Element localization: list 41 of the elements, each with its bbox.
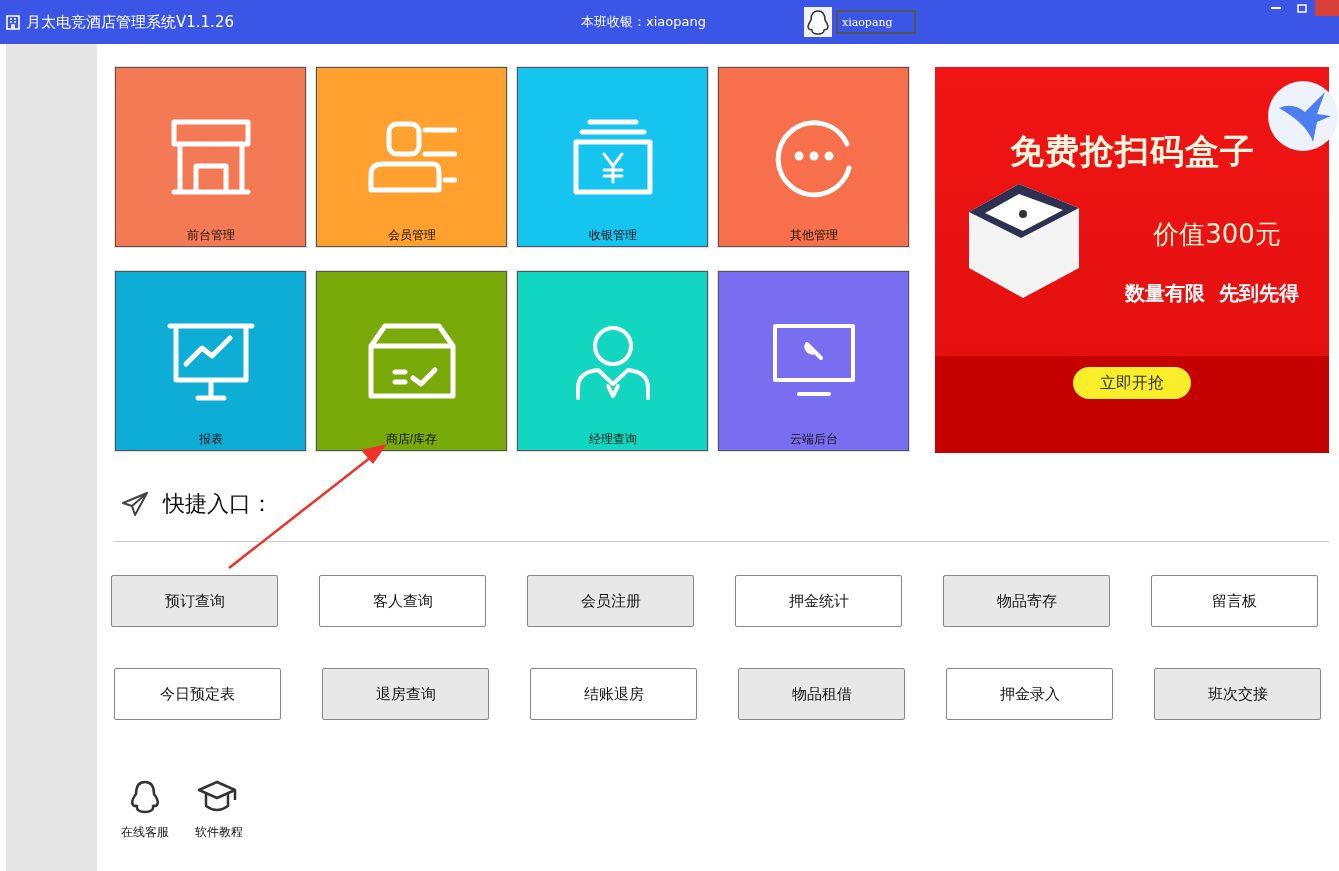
shortcut-button[interactable]: 物品寄存 [943, 575, 1110, 627]
help-link[interactable]: 在线客服 [121, 780, 169, 841]
ad-note: 数量有限 先到先得 [1125, 280, 1299, 307]
menu-tile[interactable]: 收银管理 [517, 67, 708, 247]
shortcut-button[interactable]: 客人查询 [319, 575, 486, 627]
menu-tile[interactable]: 前台管理 [115, 67, 306, 247]
shortcut-button[interactable]: 会员注册 [527, 575, 694, 627]
menu-tile[interactable]: 其他管理 [718, 67, 909, 247]
shortcut-button[interactable]: 预订查询 [111, 575, 278, 627]
building-icon [6, 14, 20, 30]
username-field: xiaopang [835, 10, 916, 34]
grab-now-button[interactable]: 立即开抢 [1073, 367, 1191, 399]
shortcut-button[interactable]: 物品租借 [738, 668, 905, 720]
minimize-icon [1271, 7, 1281, 9]
menu-tile[interactable]: 商店/库存 [316, 271, 507, 451]
shortcut-button[interactable]: 押金录入 [946, 668, 1113, 720]
penguin-icon [129, 780, 161, 814]
section-title: 快捷入口： [163, 490, 273, 518]
avatar-icon [803, 7, 832, 37]
shortcut-button[interactable]: 留言板 [1151, 575, 1318, 627]
menu-tile[interactable]: 云端后台 [718, 271, 909, 451]
shortcut-button[interactable]: 押金统计 [735, 575, 902, 627]
paper-plane-icon [121, 491, 149, 517]
help-label: 软件教程 [195, 824, 243, 841]
menu-tile[interactable]: 报表 [115, 271, 306, 451]
shortcut-button[interactable]: 结账退房 [530, 668, 697, 720]
menu-tile[interactable]: 经理查询 [517, 271, 708, 451]
shortcut-button[interactable]: 退房查询 [322, 668, 489, 720]
package-check-icon [366, 322, 457, 402]
help-label: 在线客服 [121, 824, 169, 841]
menu-tile[interactable]: 会员管理 [316, 67, 507, 247]
ad-price: 价值300元 [1153, 218, 1281, 251]
presentation-chart-icon [165, 322, 256, 402]
ad-headline: 免费抢扫码盒子 [1009, 130, 1255, 173]
help-link[interactable]: 软件教程 [195, 780, 243, 841]
shortcut-button[interactable]: 今日预定表 [114, 668, 281, 720]
window-title: 月太电竞酒店管理系统V1.1.26 [26, 12, 234, 32]
maximize-icon [1297, 3, 1307, 13]
shortcut-button[interactable]: 班次交接 [1154, 668, 1321, 720]
bird-icon [1267, 80, 1339, 152]
cashier-label: 本班收银：xiaopang [581, 13, 706, 31]
